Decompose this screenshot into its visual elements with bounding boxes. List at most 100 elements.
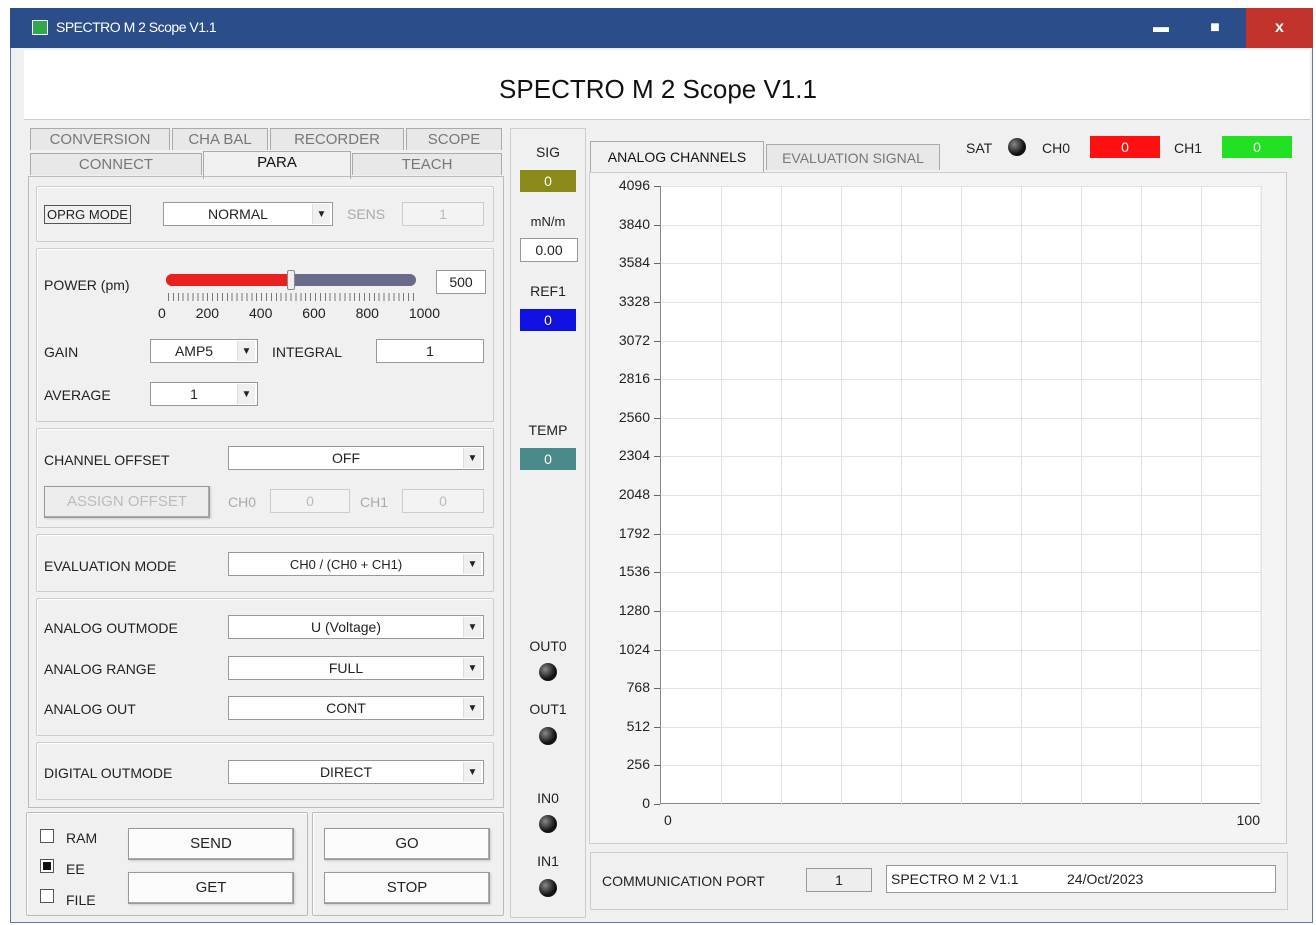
oprg-mode-select[interactable]: NORMAL ▼ [163, 202, 333, 226]
y-tick-mark [654, 186, 660, 187]
y-tick-mark [654, 610, 660, 612]
offset-ch1-field[interactable]: 0 [402, 489, 484, 513]
analog-out-label: ANALOG OUT [44, 701, 136, 717]
maximize-button[interactable]: ■ [1192, 8, 1238, 48]
evaluation-mode-select[interactable]: CH0 / (CH0 + CH1) ▼ [228, 552, 484, 576]
in0-led-icon [539, 815, 557, 833]
analog-outmode-label: ANALOG OUTMODE [44, 620, 178, 636]
average-select[interactable]: 1 ▼ [150, 382, 258, 406]
file-label: FILE [66, 892, 96, 908]
analog-range-select[interactable]: FULL ▼ [228, 656, 484, 680]
power-scale-ticks [168, 293, 414, 301]
offset-ch0-field[interactable]: 0 [270, 489, 350, 513]
out1-label: OUT1 [529, 701, 567, 717]
sens-field[interactable]: 1 [402, 202, 484, 226]
ee-checkbox[interactable] [40, 859, 54, 873]
y-tick-mark [654, 263, 660, 265]
temp-label: TEMP [528, 422, 568, 438]
sat-led-icon [1008, 138, 1026, 156]
power-scale-label: 0 [158, 305, 166, 321]
grid-line [781, 186, 782, 804]
go-button[interactable]: GO [324, 828, 490, 860]
grid-line [721, 186, 722, 804]
title-bar: SPECTRO M 2 Scope V1.1 ▬ ■ x [10, 8, 1313, 48]
y-tick-label: 4096 [618, 177, 650, 193]
chevron-down-icon: ▼ [463, 617, 481, 637]
send-button[interactable]: SEND [128, 828, 294, 860]
window-title: SPECTRO M 2 Scope V1.1 [56, 19, 217, 35]
power-value-field[interactable]: 500 [436, 270, 486, 294]
power-scale-label: 1000 [408, 305, 440, 321]
tab-para[interactable]: PARA [203, 151, 351, 179]
y-tick-label: 3840 [618, 215, 650, 232]
app-title: SPECTRO M 2 Scope V1.1 [499, 74, 817, 104]
x-tick-label: 100 [1236, 812, 1260, 828]
power-scale-label: 200 [195, 305, 220, 321]
chevron-down-icon: ▼ [463, 658, 481, 678]
analog-out-value: CONT [326, 700, 366, 716]
out0-led-icon [539, 663, 557, 681]
y-tick-mark [654, 572, 660, 574]
oprg-mode-value: NORMAL [208, 206, 268, 222]
analog-outmode-value: U (Voltage) [310, 619, 382, 635]
ram-label: RAM [66, 830, 98, 846]
tab-evaluation-signal[interactable]: EVALUATION SIGNAL [766, 144, 940, 170]
y-tick-label: 2816 [618, 370, 650, 387]
y-tick-label: 0 [642, 795, 650, 811]
get-button[interactable]: GET [128, 872, 294, 904]
tab-cha-bal[interactable]: CHA BAL [172, 128, 268, 150]
chevron-down-icon: ▼ [463, 698, 481, 718]
power-slider-handle[interactable] [287, 270, 295, 290]
sig-value: 0 [520, 170, 576, 192]
tab-analog-channels[interactable]: ANALOG CHANNELS [590, 141, 764, 173]
gain-select[interactable]: AMP5 ▼ [150, 339, 258, 363]
comm-port-label: COMMUNICATION PORT [602, 873, 765, 889]
power-slider-track[interactable] [166, 270, 416, 290]
tab-recorder[interactable]: RECORDER [270, 128, 404, 150]
integral-field[interactable]: 1 [376, 339, 484, 363]
average-label: AVERAGE [44, 387, 111, 403]
ram-checkbox[interactable] [40, 829, 54, 843]
y-tick-mark [654, 495, 660, 496]
y-tick-mark [654, 649, 660, 651]
analog-range-value: FULL [328, 660, 364, 676]
y-tick-label: 1536 [618, 563, 650, 580]
x-tick-label: 0 [664, 812, 672, 828]
power-slider-fill [166, 274, 291, 286]
analog-outmode-select[interactable]: U (Voltage) ▼ [228, 615, 484, 639]
ch1-status-value: 0 [1222, 136, 1292, 158]
y-tick-mark [654, 726, 660, 728]
close-button[interactable]: x [1246, 8, 1313, 48]
channel-offset-select[interactable]: OFF ▼ [228, 446, 484, 470]
oprg-mode-label: OPRG MODE [44, 205, 131, 224]
device-info-field: SPECTRO M 2 V1.1 24/Oct/2023 [886, 865, 1276, 893]
y-tick-mark [654, 456, 660, 458]
minimize-button[interactable]: ▬ [1138, 8, 1184, 48]
file-checkbox[interactable] [40, 889, 54, 903]
y-tick-mark [654, 379, 660, 381]
tab-scope[interactable]: SCOPE [406, 128, 502, 150]
y-tick-label: 2560 [618, 408, 650, 425]
y-tick-mark [654, 417, 660, 419]
y-tick-mark [654, 340, 660, 342]
sig-label: SIG [535, 144, 561, 160]
grid-line [1261, 186, 1262, 804]
chevron-down-icon: ▼ [463, 554, 481, 574]
analog-range-label: ANALOG RANGE [44, 661, 157, 677]
plot-area [660, 186, 1262, 804]
analog-out-select[interactable]: CONT ▼ [228, 696, 484, 720]
power-scale-label: 600 [302, 305, 326, 321]
assign-offset-button[interactable]: ASSIGN OFFSET [44, 486, 210, 518]
tab-conversion[interactable]: CONVERSION [30, 128, 170, 150]
y-tick-label: 1024 [618, 640, 650, 657]
y-tick-mark [654, 688, 660, 690]
digital-outmode-value: DIRECT [319, 764, 373, 780]
digital-outmode-select[interactable]: DIRECT ▼ [228, 760, 484, 784]
tab-teach[interactable]: TEACH [352, 153, 502, 175]
tab-connect[interactable]: CONNECT [30, 153, 202, 175]
power-scale-label: 800 [355, 305, 379, 321]
ch0-status-value: 0 [1090, 136, 1160, 158]
comm-port-field[interactable]: 1 [806, 868, 872, 892]
channel-offset-value: OFF [332, 450, 360, 466]
stop-button[interactable]: STOP [324, 872, 490, 904]
